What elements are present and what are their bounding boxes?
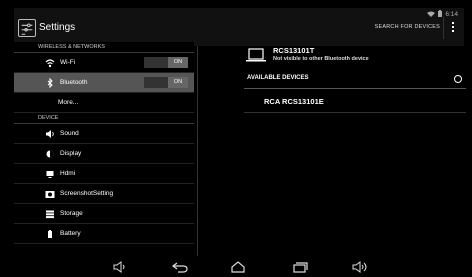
- clock: 6:14: [445, 11, 458, 18]
- pane-divider: [197, 46, 198, 256]
- navigation-bar: [0, 257, 472, 277]
- speaker-icon: [45, 129, 55, 139]
- bluetooth-icon: [45, 78, 55, 88]
- laptop-icon: [246, 48, 266, 62]
- section-header-wireless: WIRELESS & NETWORKS: [14, 42, 194, 53]
- scanning-spinner-icon: [454, 75, 462, 83]
- app-title: Settings: [39, 22, 76, 33]
- brightness-icon: [45, 149, 55, 159]
- settings-app-icon: [18, 19, 36, 37]
- sidebar-item-sound[interactable]: Sound: [14, 124, 194, 144]
- list-divider: [244, 112, 466, 113]
- action-bar: Settings 6:14 SEARCH FOR DEVICES: [14, 8, 464, 46]
- sidebar-item-storage[interactable]: Storage: [14, 204, 194, 224]
- sidebar-item-display[interactable]: Display: [14, 144, 194, 164]
- wifi-toggle[interactable]: ON: [144, 57, 188, 68]
- wifi-icon: [45, 58, 55, 68]
- action-bar-separator: [443, 17, 444, 39]
- bluetooth-toggle-state: ON: [168, 77, 188, 88]
- back-icon[interactable]: [172, 261, 188, 273]
- sidebar-item-label: Sound: [60, 130, 79, 137]
- volume-up-icon[interactable]: [352, 261, 368, 273]
- available-device-item[interactable]: RCA RCS13101E: [264, 97, 324, 106]
- battery-status-icon: [438, 10, 443, 19]
- recents-icon[interactable]: [292, 261, 308, 273]
- battery-icon: [45, 229, 55, 239]
- sidebar-item-label: Battery: [60, 230, 81, 237]
- available-devices-header: AVAILABLE DEVICES: [247, 75, 309, 81]
- sidebar-item-battery[interactable]: Battery: [14, 224, 194, 244]
- bluetooth-detail-pane: RCS13101T Not visible to other Bluetooth…: [244, 42, 466, 256]
- sidebar-item-hdmi[interactable]: Hdmi: [14, 164, 194, 184]
- home-icon[interactable]: [230, 261, 246, 273]
- sidebar-item-wifi[interactable]: Wi-Fi ON: [14, 53, 194, 73]
- camera-icon: [45, 189, 55, 199]
- wifi-status-icon: [427, 11, 436, 19]
- monitor-icon: [45, 169, 55, 179]
- bluetooth-toggle[interactable]: ON: [144, 77, 188, 88]
- sidebar-item-label: More...: [58, 99, 79, 106]
- sidebar-item-bluetooth[interactable]: Bluetooth ON: [14, 73, 194, 93]
- volume-down-icon[interactable]: [113, 261, 129, 273]
- storage-icon: [45, 209, 55, 219]
- local-device-visibility: Not visible to other Bluetooth device: [273, 56, 369, 62]
- available-devices-divider: [244, 88, 466, 89]
- section-header-device: DEVICE: [14, 113, 194, 124]
- sidebar-item-label: Storage: [60, 210, 83, 217]
- sidebar-item-label: ScreenshotSetting: [60, 190, 114, 197]
- overflow-menu-icon[interactable]: [448, 20, 458, 40]
- local-device-name[interactable]: RCS13101T: [273, 46, 314, 55]
- search-for-devices-button[interactable]: SEARCH FOR DEVICES: [375, 24, 440, 30]
- sidebar-item-label: Wi-Fi: [60, 59, 76, 66]
- settings-list: WIRELESS & NETWORKS Wi-Fi ON Bluetooth O…: [14, 42, 194, 256]
- sidebar-item-screenshot[interactable]: ScreenshotSetting: [14, 184, 194, 204]
- sidebar-item-label: Bluetooth: [60, 79, 88, 86]
- sidebar-item-label: Hdmi: [60, 170, 76, 177]
- sidebar-item-more[interactable]: More...: [14, 93, 194, 113]
- wifi-toggle-state: ON: [168, 57, 188, 68]
- sidebar-item-label: Display: [60, 150, 82, 157]
